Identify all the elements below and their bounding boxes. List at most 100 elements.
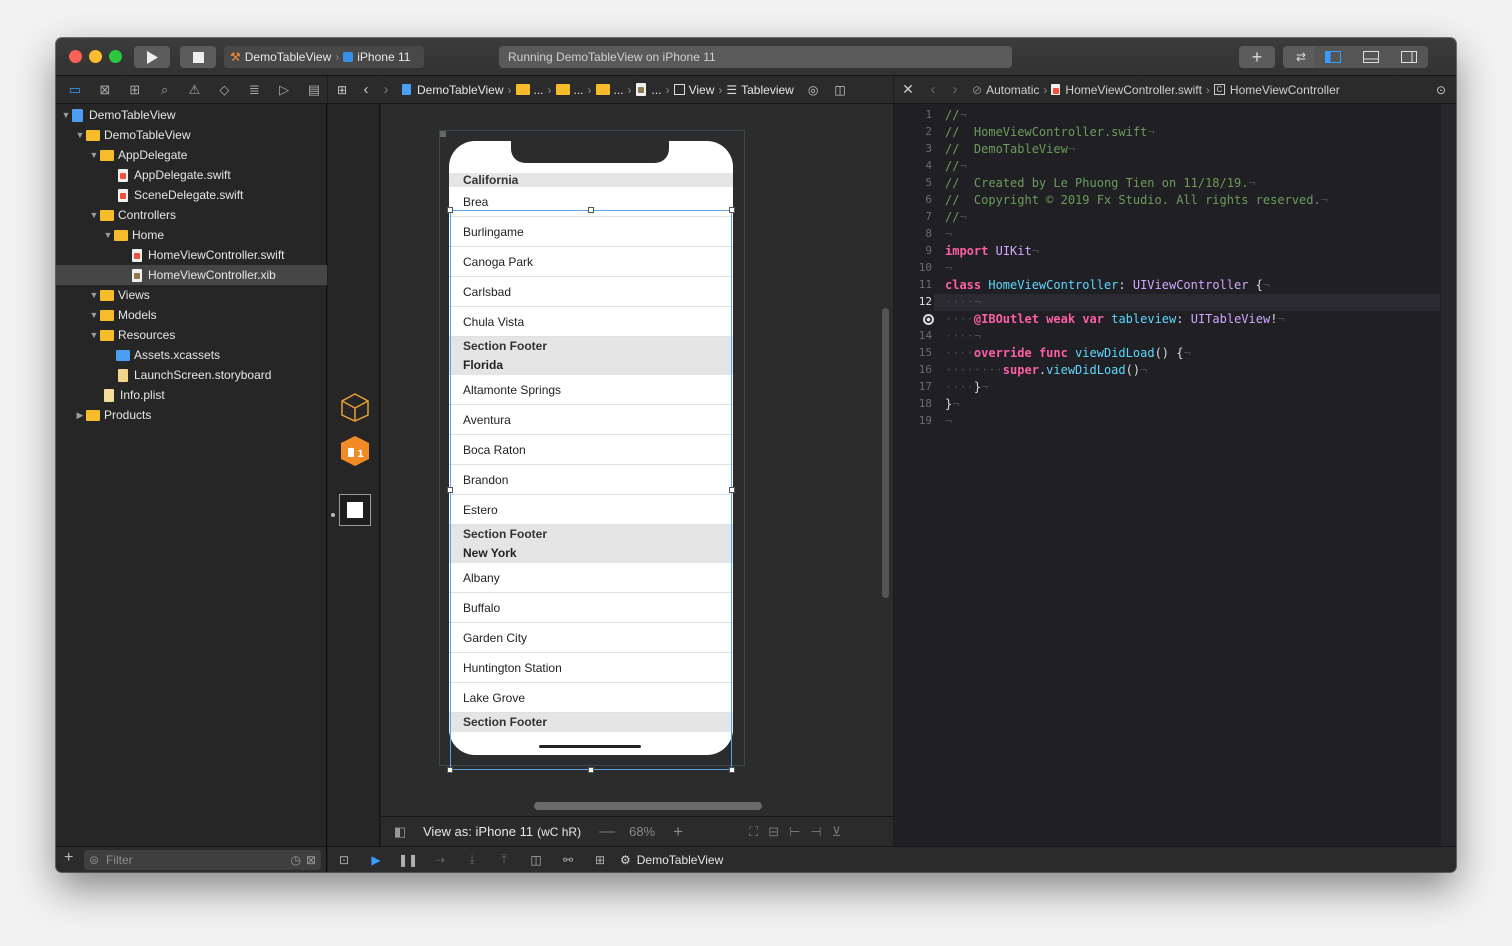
close-window-button[interactable] bbox=[69, 50, 82, 63]
source-control-icon[interactable]: ⊠ bbox=[92, 82, 118, 98]
forward-button[interactable]: › bbox=[376, 81, 396, 98]
run-button[interactable] bbox=[134, 46, 170, 68]
nav-item-folder[interactable]: ▼ Models bbox=[56, 305, 327, 325]
disclosure-open-icon[interactable]: ▼ bbox=[88, 330, 100, 340]
disclosure-open-icon[interactable]: ▼ bbox=[88, 150, 100, 160]
nav-item-folder[interactable]: ▼ DemoTableView bbox=[56, 125, 327, 145]
step-out-icon[interactable]: ⤒ bbox=[488, 852, 520, 867]
resize-handle[interactable] bbox=[588, 207, 594, 213]
code-line[interactable]: ····¬ bbox=[945, 295, 981, 309]
code-line[interactable]: // DemoTableView¬ bbox=[945, 142, 1075, 156]
toggle-navigator-icon[interactable] bbox=[1325, 51, 1341, 63]
jump-item-folder[interactable]: ... bbox=[515, 83, 544, 97]
code-line[interactable]: ¬ bbox=[945, 227, 952, 241]
minimize-window-button[interactable] bbox=[89, 50, 102, 63]
disclosure-open-icon[interactable]: ▼ bbox=[88, 310, 100, 320]
code-line[interactable]: class HomeViewController: UIViewControll… bbox=[945, 278, 1270, 292]
symbol-icon[interactable]: ⊞ bbox=[122, 82, 148, 98]
debug-icon[interactable]: ≣ bbox=[241, 82, 267, 98]
jump-item-tableview[interactable]: ☰ Tableview bbox=[726, 83, 793, 97]
first-responder-cube-icon[interactable]: 1 bbox=[340, 435, 370, 467]
folder-icon[interactable]: ▭ bbox=[62, 82, 88, 98]
zoom-in-button[interactable]: + bbox=[673, 822, 683, 842]
add-file-icon[interactable]: + bbox=[64, 849, 73, 867]
update-frames-icon[interactable]: ⛶ bbox=[749, 824, 758, 840]
environment-overrides-icon[interactable]: ⊞ bbox=[584, 853, 616, 867]
placeholder-cube-icon[interactable] bbox=[340, 392, 370, 422]
code-line[interactable]: // HomeViewController.swift¬ bbox=[945, 125, 1155, 139]
disclosure-open-icon[interactable]: ▼ bbox=[74, 130, 86, 140]
code-line[interactable]: ····override func viewDidLoad() {¬ bbox=[945, 346, 1191, 360]
jump-item-folder[interactable]: ... bbox=[555, 83, 584, 97]
automatic-mode[interactable]: Automatic bbox=[986, 83, 1039, 97]
nav-item-file[interactable]: Info.plist bbox=[56, 385, 327, 405]
recent-files-icon[interactable]: ◷ bbox=[291, 850, 301, 870]
jump-item-folder[interactable]: ... bbox=[595, 83, 624, 97]
stop-button[interactable] bbox=[180, 46, 216, 68]
library-button[interactable]: + bbox=[1239, 46, 1275, 68]
more-options-icon[interactable]: ⊙ bbox=[1436, 83, 1446, 97]
forward-button[interactable]: › bbox=[944, 81, 966, 98]
step-into-icon[interactable]: ⤓ bbox=[456, 852, 488, 867]
code-line[interactable]: ····@IBOutlet weak var tableview: UITabl… bbox=[945, 312, 1285, 326]
code-line[interactable]: ¬ bbox=[945, 261, 952, 275]
resize-handle[interactable] bbox=[729, 207, 735, 213]
add-constraints-icon[interactable]: ⊣ bbox=[810, 824, 821, 840]
zoom-out-button[interactable]: — bbox=[599, 823, 615, 841]
document-outline-toggle-icon[interactable]: ◧ bbox=[381, 824, 419, 840]
nav-item-file[interactable]: HomeViewController.swift bbox=[56, 245, 327, 265]
toggle-debug-area-icon[interactable] bbox=[1363, 51, 1379, 63]
nav-item-folder[interactable]: ▼ Controllers bbox=[56, 205, 327, 225]
nav-item-file[interactable]: LaunchScreen.storyboard bbox=[56, 365, 327, 385]
align-icon[interactable]: ⊢ bbox=[789, 824, 800, 840]
outlet-connection-icon[interactable] bbox=[923, 314, 934, 325]
disclosure-open-icon[interactable]: ▼ bbox=[102, 230, 114, 240]
related-items-icon[interactable]: ⊞ bbox=[328, 83, 356, 97]
resize-handle[interactable] bbox=[447, 207, 453, 213]
code-line[interactable]: ········super.viewDidLoad()¬ bbox=[945, 363, 1147, 377]
code-line[interactable]: // Copyright © 2019 Fx Studio. All right… bbox=[945, 193, 1328, 207]
resolve-issues-icon[interactable]: ⊻ bbox=[832, 824, 842, 840]
code-line[interactable]: // Created by Le Phuong Tien on 11/18/19… bbox=[945, 176, 1256, 190]
nav-item-file-selected[interactable]: HomeViewController.xib bbox=[56, 265, 327, 285]
nav-item-folder[interactable]: ▼ Views bbox=[56, 285, 327, 305]
back-button[interactable]: ‹ bbox=[356, 81, 376, 98]
code-line[interactable]: }¬ bbox=[945, 397, 959, 411]
editor-file-name[interactable]: HomeViewController.swift bbox=[1065, 83, 1202, 97]
code-line[interactable]: //¬ bbox=[945, 108, 967, 122]
resize-handle[interactable] bbox=[447, 487, 453, 493]
code-line[interactable]: ¬ bbox=[945, 414, 952, 428]
add-editor-icon[interactable]: ◫ bbox=[834, 83, 845, 97]
breakpoints-toggle-icon[interactable]: ▶ bbox=[360, 853, 392, 867]
zoom-window-button[interactable] bbox=[109, 50, 122, 63]
code-line[interactable]: import UIKit¬ bbox=[945, 244, 1039, 258]
test-icon[interactable]: ◇ bbox=[211, 82, 237, 98]
breakpoint-icon[interactable]: ▷ bbox=[271, 82, 297, 98]
nav-item-folder[interactable]: ▼ AppDelegate bbox=[56, 145, 327, 165]
disclosure-closed-icon[interactable]: ▶ bbox=[74, 410, 86, 421]
close-editor-icon[interactable]: ✕ bbox=[894, 81, 922, 98]
code-line[interactable]: ····}¬ bbox=[945, 380, 988, 394]
source-control-filter-icon[interactable]: ⊠ bbox=[306, 850, 316, 870]
editor-class-name[interactable]: HomeViewController bbox=[1230, 83, 1340, 97]
memory-graph-icon[interactable]: ⚯ bbox=[552, 853, 584, 867]
nav-item-project[interactable]: ▼ DemoTableView bbox=[56, 105, 327, 125]
jump-item-view[interactable]: View bbox=[673, 83, 714, 97]
hide-debug-icon[interactable]: ⊡ bbox=[328, 853, 360, 867]
code-line[interactable]: //¬ bbox=[945, 210, 967, 224]
view-as-label[interactable]: View as: iPhone 11 bbox=[423, 824, 533, 839]
warning-icon[interactable]: ⚠ bbox=[182, 82, 208, 98]
jump-item-file[interactable]: ... bbox=[635, 83, 662, 97]
source-editor[interactable]: 1 //¬ 2 // HomeViewController.swift¬ 3 // Dem… bbox=[894, 104, 1456, 846]
nav-item-file[interactable]: AppDelegate.swift bbox=[56, 165, 327, 185]
toggle-inspector-icon[interactable] bbox=[1401, 51, 1417, 63]
resize-handle[interactable] bbox=[729, 487, 735, 493]
nav-item-file[interactable]: SceneDelegate.swift bbox=[56, 185, 327, 205]
debug-target[interactable]: DemoTableView bbox=[637, 853, 724, 867]
vertical-scrollbar[interactable] bbox=[882, 308, 889, 598]
code-line[interactable]: //¬ bbox=[945, 159, 967, 173]
resize-handle[interactable] bbox=[447, 767, 453, 773]
back-button[interactable]: ‹ bbox=[922, 81, 944, 98]
scheme-selector[interactable]: ⚒ DemoTableView › iPhone 11 bbox=[224, 46, 424, 68]
nav-item-folder[interactable]: ▶ Products bbox=[56, 405, 327, 425]
